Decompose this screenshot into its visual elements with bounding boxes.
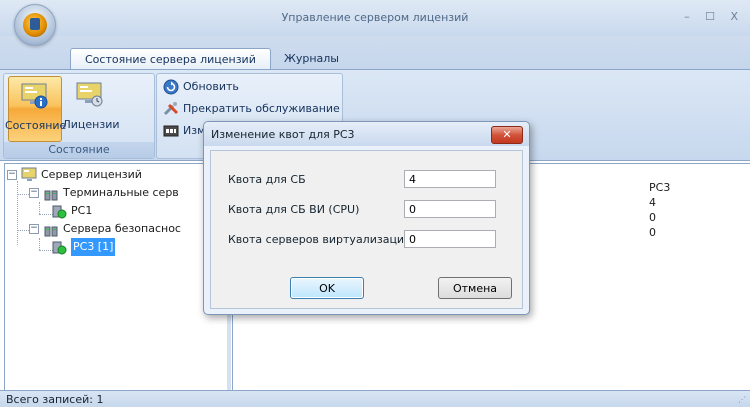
virt-quota-label: Квота серверов виртуализации: [228, 233, 412, 246]
ribbon-tab-strip: Состояние сервера лицензий Журналы: [0, 36, 750, 72]
server-status-icon: [21, 83, 48, 109]
dialog-title-bar[interactable]: Изменение квот для PC3 ✕: [204, 122, 529, 146]
refresh-icon: [163, 79, 179, 95]
collapse-icon[interactable]: −: [7, 170, 17, 180]
sb-quota-input[interactable]: [404, 170, 496, 188]
ribbon-group-state: Состояние Лицензии Состояние: [3, 73, 155, 159]
title-bar[interactable]: Управление сервером лицензий – ☐ X: [0, 0, 750, 36]
detail-virt-quota: 0: [649, 226, 656, 239]
licenses-icon: [76, 82, 103, 107]
detail-sb-quota: 4: [649, 196, 656, 209]
stop-service-button-label: Прекратить обслуживание: [183, 102, 340, 115]
tree-node-label: Сервер лицензий: [41, 168, 142, 181]
state-button[interactable]: Состояние: [5, 76, 67, 142]
state-button-label: Состояние: [5, 119, 67, 132]
app-logo-icon: [23, 13, 47, 37]
sb-vi-quota-label: Квота для СБ ВИ (CPU): [228, 203, 360, 216]
servers-tree[interactable]: − Сервер лицензий − Терминальные серв PC…: [4, 163, 228, 391]
edit-quota-dialog: Изменение квот для PC3 ✕ Квота для СБ Кв…: [203, 121, 530, 315]
resize-grip-icon[interactable]: ⋰: [738, 395, 746, 404]
tree-node-label: Сервера безопаснос: [63, 222, 181, 235]
detail-sb-vi-quota: 0: [649, 211, 656, 224]
window-controls[interactable]: – ☐ X: [684, 10, 744, 23]
computer-online-icon: [52, 241, 67, 255]
detail-server-name: PC3: [649, 181, 671, 194]
stop-service-icon: [163, 102, 179, 116]
sb-vi-quota-input[interactable]: [404, 200, 496, 218]
license-server-manager-window: Управление сервером лицензий – ☐ X Состо…: [0, 0, 750, 407]
sb-quota-label: Квота для СБ: [228, 173, 306, 186]
ok-button[interactable]: OK: [290, 277, 364, 299]
licenses-button[interactable]: Лицензии: [62, 76, 120, 140]
server-group-icon: [44, 190, 58, 201]
licenses-button-label: Лицензии: [62, 118, 120, 131]
collapse-icon[interactable]: −: [29, 188, 39, 198]
dialog-title: Изменение квот для PC3: [211, 128, 355, 141]
refresh-button-label: Обновить: [183, 80, 239, 93]
ribbon-group-state-label: Состояние: [4, 142, 154, 158]
tree-node-label: PC3 [1]: [71, 238, 116, 256]
virt-quota-input[interactable]: [404, 230, 496, 248]
tree-node-label: Терминальные серв: [63, 186, 179, 199]
collapse-icon[interactable]: −: [29, 224, 39, 234]
application-menu-button[interactable]: [14, 4, 56, 46]
window-title: Управление сервером лицензий: [281, 11, 469, 24]
status-bar: Всего записей: 1 ⋰: [0, 390, 750, 407]
close-icon[interactable]: ✕: [491, 126, 523, 144]
cancel-button[interactable]: Отмена: [438, 277, 512, 299]
dialog-body: Квота для СБ Квота для СБ ВИ (CPU) Квота…: [210, 150, 523, 309]
tab-logs[interactable]: Журналы: [270, 48, 353, 70]
server-group-icon: [44, 226, 58, 237]
tree-node-label: PC1: [71, 204, 93, 217]
computer-online-icon: [52, 205, 67, 219]
record-count: Всего записей: 1: [6, 393, 104, 406]
edit-quota-icon: [163, 125, 179, 137]
license-server-icon: [21, 167, 37, 181]
